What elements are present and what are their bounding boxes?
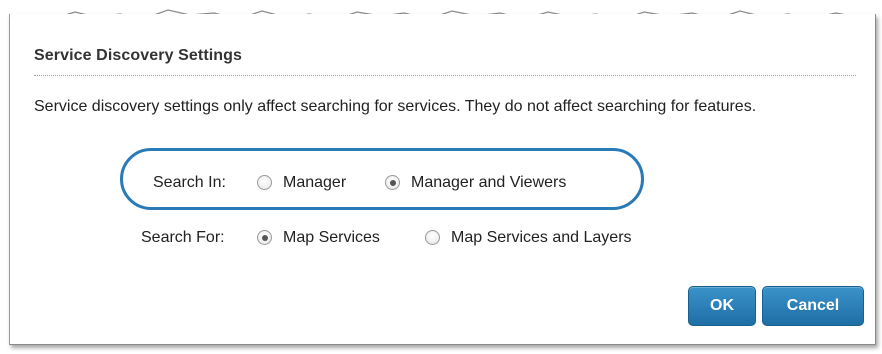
- search-in-label: Search In:: [153, 174, 226, 191]
- search-for-label: Search For:: [141, 229, 225, 246]
- search-in-manager-label[interactable]: Manager: [283, 174, 346, 192]
- screenshot-stage: Service Discovery Settings Service disco…: [0, 0, 882, 354]
- title-divider: [34, 75, 856, 76]
- search-for-map-services-and-layers-label[interactable]: Map Services and Layers: [451, 229, 632, 247]
- dialog-title: Service Discovery Settings: [34, 47, 243, 64]
- search-in-manager-and-viewers-label[interactable]: Manager and Viewers: [411, 174, 566, 192]
- search-in-row: Search In: Manager Manager and Viewers: [0, 174, 882, 194]
- ok-button[interactable]: OK: [688, 286, 756, 326]
- search-in-manager-radio[interactable]: [257, 175, 272, 190]
- search-for-map-services-and-layers-radio[interactable]: [425, 230, 440, 245]
- search-for-map-services-radio[interactable]: [257, 230, 272, 245]
- search-for-map-services-label[interactable]: Map Services: [283, 229, 380, 247]
- cancel-button[interactable]: Cancel: [762, 286, 864, 326]
- search-in-manager-and-viewers-radio[interactable]: [385, 175, 400, 190]
- search-for-row: Search For: Map Services Map Services an…: [0, 229, 882, 249]
- dialog-description: Service discovery settings only affect s…: [34, 98, 757, 115]
